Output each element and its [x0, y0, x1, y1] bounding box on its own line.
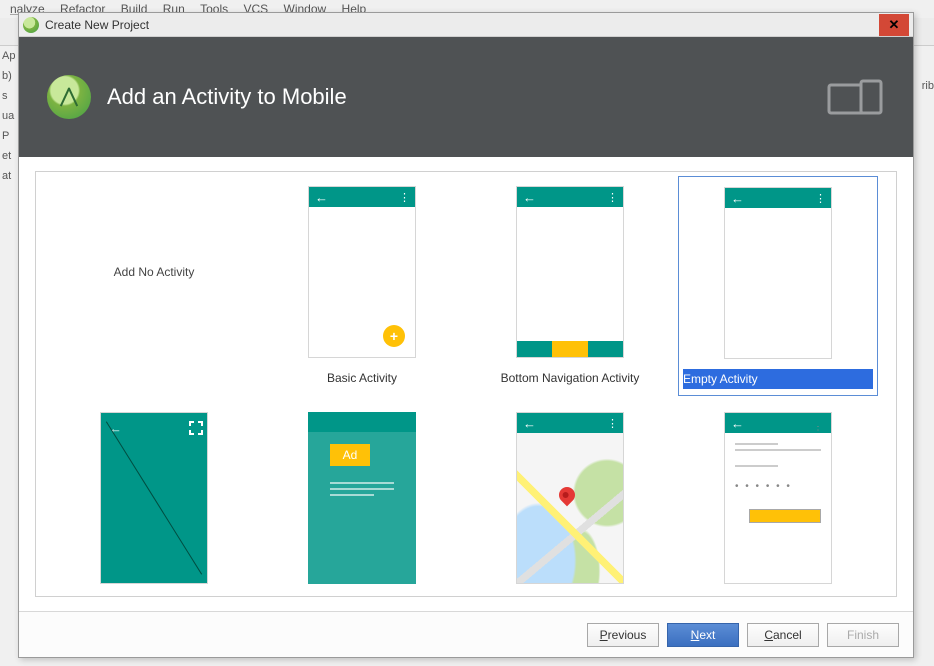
finish-button: Finish	[827, 623, 899, 647]
ide-right-text: rib	[922, 80, 934, 92]
template-label: Add No Activity	[114, 265, 195, 279]
appbar-mock: ← ⋮	[309, 187, 415, 207]
previous-button[interactable]: Previous	[587, 623, 659, 647]
template-basic-activity[interactable]: ← ⋮ + Basic Activity	[262, 176, 462, 396]
fullscreen-icon	[187, 419, 201, 433]
next-button[interactable]: Next	[667, 623, 739, 647]
dialog-title: Create New Project	[45, 18, 149, 32]
appbar-mock: ← ⋮	[517, 187, 623, 207]
template-login-activity[interactable]: ← ⋮ • • • • • •	[678, 402, 878, 597]
template-label: Empty Activity	[683, 369, 873, 389]
template-admob-activity[interactable]: Ad	[262, 402, 462, 597]
dialog-titlebar: Create New Project ✕	[19, 13, 913, 37]
overflow-icon: ⋮	[607, 191, 617, 204]
ide-side-panel: Ap b) s ua P et at	[0, 46, 18, 186]
android-studio-icon	[23, 17, 39, 33]
template-label: Bottom Navigation Activity	[501, 368, 640, 388]
template-bottom-navigation[interactable]: ← ⋮ Bottom Navigation Activity	[470, 176, 670, 396]
back-icon: ←	[315, 191, 328, 204]
overflow-icon: ⋮	[399, 191, 409, 204]
map-marker-icon	[556, 484, 579, 507]
create-project-dialog: Create New Project ✕ Add an Activity to …	[18, 12, 914, 658]
template-maps-activity[interactable]: ← ⋮	[470, 402, 670, 597]
back-icon: ←	[731, 192, 744, 205]
close-button[interactable]: ✕	[879, 14, 909, 36]
template-label: Basic Activity	[327, 368, 397, 388]
dialog-footer: Previous Next Cancel Finish	[19, 611, 913, 657]
android-studio-logo	[47, 75, 91, 119]
login-btn-mock	[749, 509, 821, 523]
bottom-nav-mock	[517, 341, 623, 357]
template-scroll-area[interactable]: Add No Activity ← ⋮ +	[35, 171, 897, 597]
back-icon: ←	[523, 417, 536, 430]
template-empty-activity[interactable]: ← ⋮ Empty Activity	[678, 176, 878, 396]
overflow-icon: ⋮	[607, 417, 617, 430]
template-fullscreen-activity[interactable]: ←	[54, 402, 254, 597]
template-add-no-activity[interactable]: Add No Activity	[54, 176, 254, 396]
appbar-mock: ← ⋮	[725, 188, 831, 208]
back-icon: ←	[731, 417, 744, 430]
overflow-icon: ⋮	[815, 192, 825, 205]
template-grid: Add No Activity ← ⋮ +	[54, 176, 878, 597]
cancel-button[interactable]: Cancel	[747, 623, 819, 647]
appbar-mock: ← ⋮	[517, 413, 623, 433]
page-title: Add an Activity to Mobile	[107, 84, 825, 110]
ad-badge: Ad	[330, 444, 370, 466]
back-icon: ←	[523, 191, 536, 204]
dialog-content: Add No Activity ← ⋮ +	[19, 157, 913, 611]
dialog-header: Add an Activity to Mobile	[19, 37, 913, 157]
appbar-mock: ← ⋮	[725, 413, 831, 433]
device-icon	[825, 78, 885, 116]
fab-icon: +	[383, 325, 405, 347]
